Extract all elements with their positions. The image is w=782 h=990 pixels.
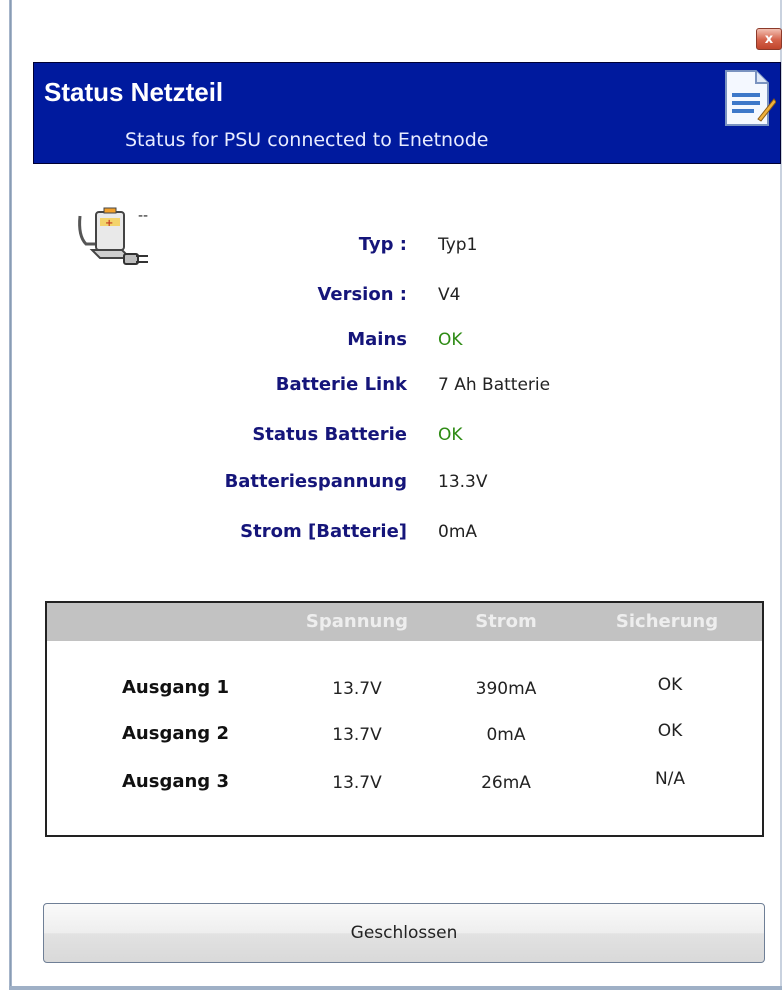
label-mains: Mains <box>347 329 407 350</box>
output-label: Ausgang 1 <box>122 677 229 698</box>
output-strom: 390mA <box>475 679 537 699</box>
value-status-batterie: OK <box>438 425 463 445</box>
column-header-strom: Strom <box>475 611 537 632</box>
window-frame-left <box>9 0 12 990</box>
output-strom: 0mA <box>486 725 526 745</box>
label-batteriespannung: Batteriespannung <box>224 471 407 492</box>
label-batterie-link: Batterie Link <box>275 374 407 395</box>
value-version: V4 <box>438 285 461 305</box>
output-label: Ausgang 2 <box>122 723 229 744</box>
close-icon: x <box>764 31 774 47</box>
psu-icon-suffix: -- <box>138 208 149 224</box>
window-close-button[interactable]: x <box>756 28 782 50</box>
output-strom: 26mA <box>481 773 531 793</box>
battery-plug-icon: + -- <box>76 206 158 270</box>
outputs-table-header: Spannung Strom Sicherung <box>47 603 762 641</box>
column-header-sicherung: Sicherung <box>615 611 719 632</box>
document-edit-icon <box>725 70 776 126</box>
value-batteriespannung: 13.3V <box>438 472 488 492</box>
column-header-spannung: Spannung <box>305 611 409 632</box>
output-sicherung: OK <box>657 675 683 695</box>
outputs-table: Spannung Strom Sicherung Ausgang 1 13.7V… <box>45 601 764 837</box>
output-sicherung: N/A <box>654 769 686 789</box>
value-typ: Typ1 <box>438 235 478 255</box>
value-mains: OK <box>438 330 463 350</box>
output-spannung: 13.7V <box>332 773 382 793</box>
output-label: Ausgang 3 <box>122 771 229 792</box>
svg-text:+: + <box>105 218 113 229</box>
value-strom-batterie: 0mA <box>438 522 478 542</box>
dialog-subtitle: Status for PSU connected to Enetnode <box>125 129 489 151</box>
geschlossen-button[interactable]: Geschlossen <box>43 903 765 963</box>
output-spannung: 13.7V <box>332 679 382 699</box>
value-batterie-link: 7 Ah Batterie <box>438 375 551 395</box>
output-sicherung: OK <box>657 721 683 741</box>
dialog-title: Status Netzteil <box>44 77 224 107</box>
label-strom-batterie: Strom [Batterie] <box>240 521 407 542</box>
output-spannung: 13.7V <box>332 725 382 745</box>
label-typ: Typ : <box>358 234 407 255</box>
header-banner: Status Netzteil Status for PSU connected… <box>33 62 781 164</box>
label-version: Version : <box>317 284 407 305</box>
label-status-batterie: Status Batterie <box>252 424 407 445</box>
window-frame-bottom <box>9 986 782 990</box>
